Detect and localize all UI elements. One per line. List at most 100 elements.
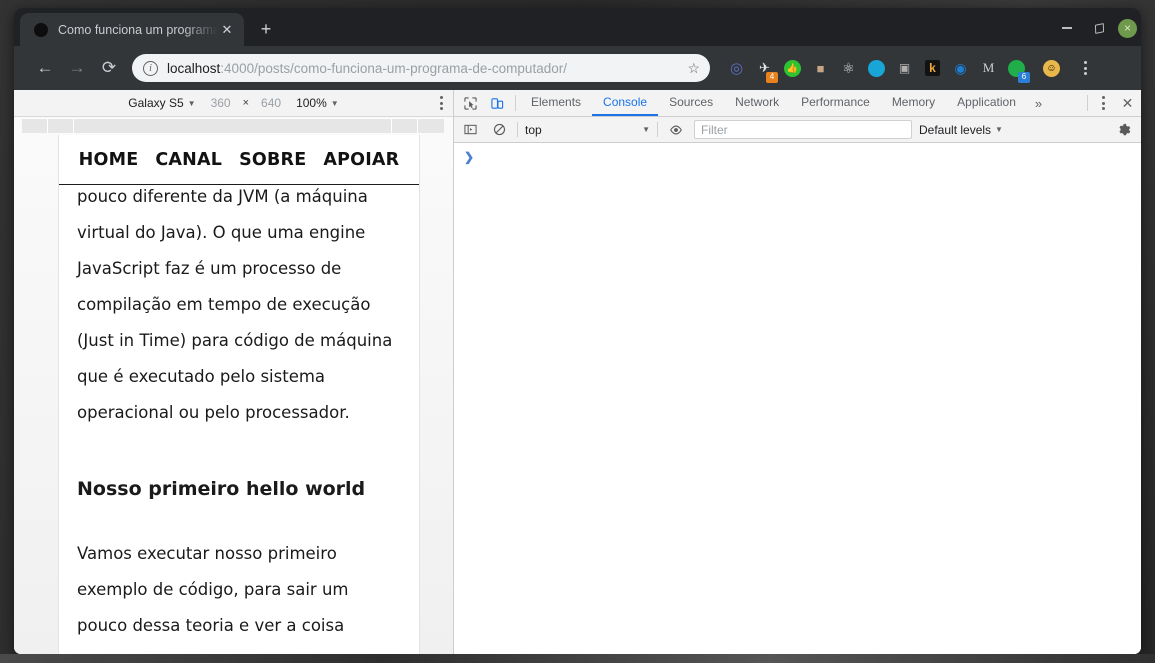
forward-button[interactable]: → <box>62 53 92 83</box>
console-context-select[interactable]: top ▼ <box>525 123 650 137</box>
clock-glyph: ◉ <box>954 60 966 77</box>
react-atom-glyph: ⚛ <box>842 60 855 77</box>
chevron-down-icon: ▼ <box>642 125 650 134</box>
device-select[interactable]: Galaxy S5 ▼ <box>128 96 195 110</box>
browser-toolbar: ← → ⟳ i localhost:4000/posts/como-funcio… <box>14 46 1141 90</box>
reload-button[interactable]: ⟳ <box>94 53 124 83</box>
kebab-dot <box>1084 67 1087 70</box>
back-button[interactable]: ← <box>30 53 60 83</box>
address-bar-url: localhost:4000/posts/como-funciona-um-pr… <box>167 61 681 76</box>
console-prompt[interactable]: ❯ <box>454 148 1141 164</box>
toggle-device-toolbar-icon[interactable] <box>484 90 511 116</box>
article-content: pouco diferente da JVM (a máquina virtua… <box>59 135 419 654</box>
devtools-tab-network[interactable]: Network <box>724 90 790 116</box>
bookmark-star-icon[interactable]: ☆ <box>687 60 700 77</box>
nav-link-apoiar[interactable]: APOIAR <box>323 150 399 170</box>
devtools-tab-performance[interactable]: Performance <box>790 90 881 116</box>
m-glyph: M <box>983 60 995 76</box>
extension-clock-icon[interactable]: ◉ <box>948 56 973 81</box>
close-tab-icon[interactable]: ✕ <box>218 21 236 39</box>
tab-title: Como funciona um programa d <box>58 23 218 37</box>
new-tab-button[interactable]: + <box>252 15 280 43</box>
kebab-dot <box>1084 72 1087 75</box>
extension-m-icon[interactable]: M <box>976 56 1001 81</box>
kebab-dot <box>1084 61 1087 64</box>
kebab-dot <box>440 96 443 99</box>
ruler-segment <box>74 119 392 133</box>
device-ruler[interactable] <box>14 117 453 135</box>
console-output[interactable]: ❯ <box>454 143 1141 654</box>
chevron-down-icon: ▼ <box>995 125 1003 134</box>
nav-link-home[interactable]: HOME <box>79 150 139 170</box>
devtools-panel: Elements Console Sources Network Perform… <box>454 90 1141 654</box>
size-separator: × <box>243 97 249 109</box>
console-settings-icon[interactable] <box>1112 123 1136 137</box>
ruler-segment <box>22 119 48 133</box>
ruler-segment <box>48 119 74 133</box>
content-area: Galaxy S5 ▼ 360 × 640 100% ▼ <box>14 90 1141 654</box>
extension-green-dot-icon[interactable]: 6 <box>1004 56 1029 81</box>
extension-thumbs-up-icon[interactable]: 👍 <box>780 56 805 81</box>
device-viewport[interactable]: pouco diferente da JVM (a máquina virtua… <box>59 135 419 654</box>
chrome-menu-button[interactable] <box>1072 55 1098 81</box>
live-expression-icon[interactable] <box>665 120 687 140</box>
devtools-tab-memory[interactable]: Memory <box>881 90 946 116</box>
honey-glyph: ◎ <box>730 59 743 77</box>
extension-react-icon[interactable]: ⚛ <box>836 56 861 81</box>
desktop-background-strip <box>0 654 1155 663</box>
kebab-dot <box>1102 96 1105 99</box>
extension-k-icon[interactable]: k <box>920 56 945 81</box>
extension-badge: 6 <box>1018 72 1030 83</box>
devtools-tab-console[interactable]: Console <box>592 90 658 116</box>
device-toolbar: Galaxy S5 ▼ 360 × 640 100% ▼ <box>14 90 453 117</box>
close-window-button[interactable]: × <box>1118 19 1137 38</box>
console-filter-placeholder: Filter <box>701 123 728 137</box>
zoom-value: 100% <box>296 96 327 110</box>
extension-camera-icon[interactable]: ▣ <box>892 56 917 81</box>
site-info-icon[interactable]: i <box>143 61 158 76</box>
console-sidebar-toggle-icon[interactable] <box>459 120 481 140</box>
device-viewport-wrapper: pouco diferente da JVM (a máquina virtua… <box>14 135 453 654</box>
inspect-element-icon[interactable] <box>457 90 484 116</box>
devtools-tab-elements[interactable]: Elements <box>520 90 592 116</box>
console-toolbar: top ▼ Filter Default levels ▼ <box>454 117 1141 143</box>
devtools-tab-sources[interactable]: Sources <box>658 90 724 116</box>
extension-rocket-icon[interactable]: ✈4 <box>752 56 777 81</box>
close-devtools-icon[interactable]: ✕ <box>1114 90 1141 116</box>
console-filter-input[interactable]: Filter <box>694 120 912 139</box>
device-name: Galaxy S5 <box>128 96 183 110</box>
browser-tab[interactable]: Como funciona um programa d ✕ <box>20 13 244 46</box>
more-tabs-icon[interactable]: » <box>1027 90 1050 116</box>
tab-strip: Como funciona um programa d ✕ + × <box>14 8 1141 46</box>
extensions-area: ◎ ✈4 👍 ■ ⚛ ▣ k ◉ M 6 ☺ <box>724 56 1064 81</box>
console-levels-select[interactable]: Default levels ▼ <box>919 123 1003 137</box>
devtools-menu-button[interactable] <box>1092 90 1114 116</box>
ruler-segment <box>392 119 418 133</box>
address-bar[interactable]: i localhost:4000/posts/como-funciona-um-… <box>132 54 710 82</box>
devtools-tabbar-right: ✕ <box>1083 90 1141 116</box>
levels-value: Default levels <box>919 123 991 137</box>
camera-glyph: ▣ <box>899 61 910 75</box>
viewport-height-input[interactable]: 640 <box>261 96 281 110</box>
ruler-segment <box>418 119 444 133</box>
extension-honey-icon[interactable]: ◎ <box>724 56 749 81</box>
maximize-button[interactable] <box>1086 15 1112 41</box>
url-path: :4000/posts/como-funciona-um-programa-de… <box>220 61 567 76</box>
extension-eye-icon[interactable] <box>864 56 889 81</box>
chevron-down-icon: ▼ <box>188 99 196 108</box>
profile-avatar[interactable]: ☺ <box>1039 56 1064 81</box>
clear-console-icon[interactable] <box>488 120 510 140</box>
devtools-tab-application[interactable]: Application <box>946 90 1027 116</box>
minimize-button[interactable] <box>1054 15 1080 41</box>
toolbar-divider <box>517 122 518 137</box>
zoom-select[interactable]: 100% ▼ <box>296 96 339 110</box>
nav-link-canal[interactable]: CANAL <box>155 150 222 170</box>
article-paragraph: pouco diferente da JVM (a máquina virtua… <box>77 179 401 431</box>
device-toolbar-menu-button[interactable] <box>440 96 443 110</box>
kebab-dot <box>440 107 443 110</box>
kebab-dot <box>440 102 443 105</box>
article-paragraph: Vamos executar nosso primeiro exemplo de… <box>77 536 401 654</box>
extension-box-icon[interactable]: ■ <box>808 56 833 81</box>
viewport-width-input[interactable]: 360 <box>211 96 231 110</box>
nav-link-sobre[interactable]: SOBRE <box>239 150 306 170</box>
